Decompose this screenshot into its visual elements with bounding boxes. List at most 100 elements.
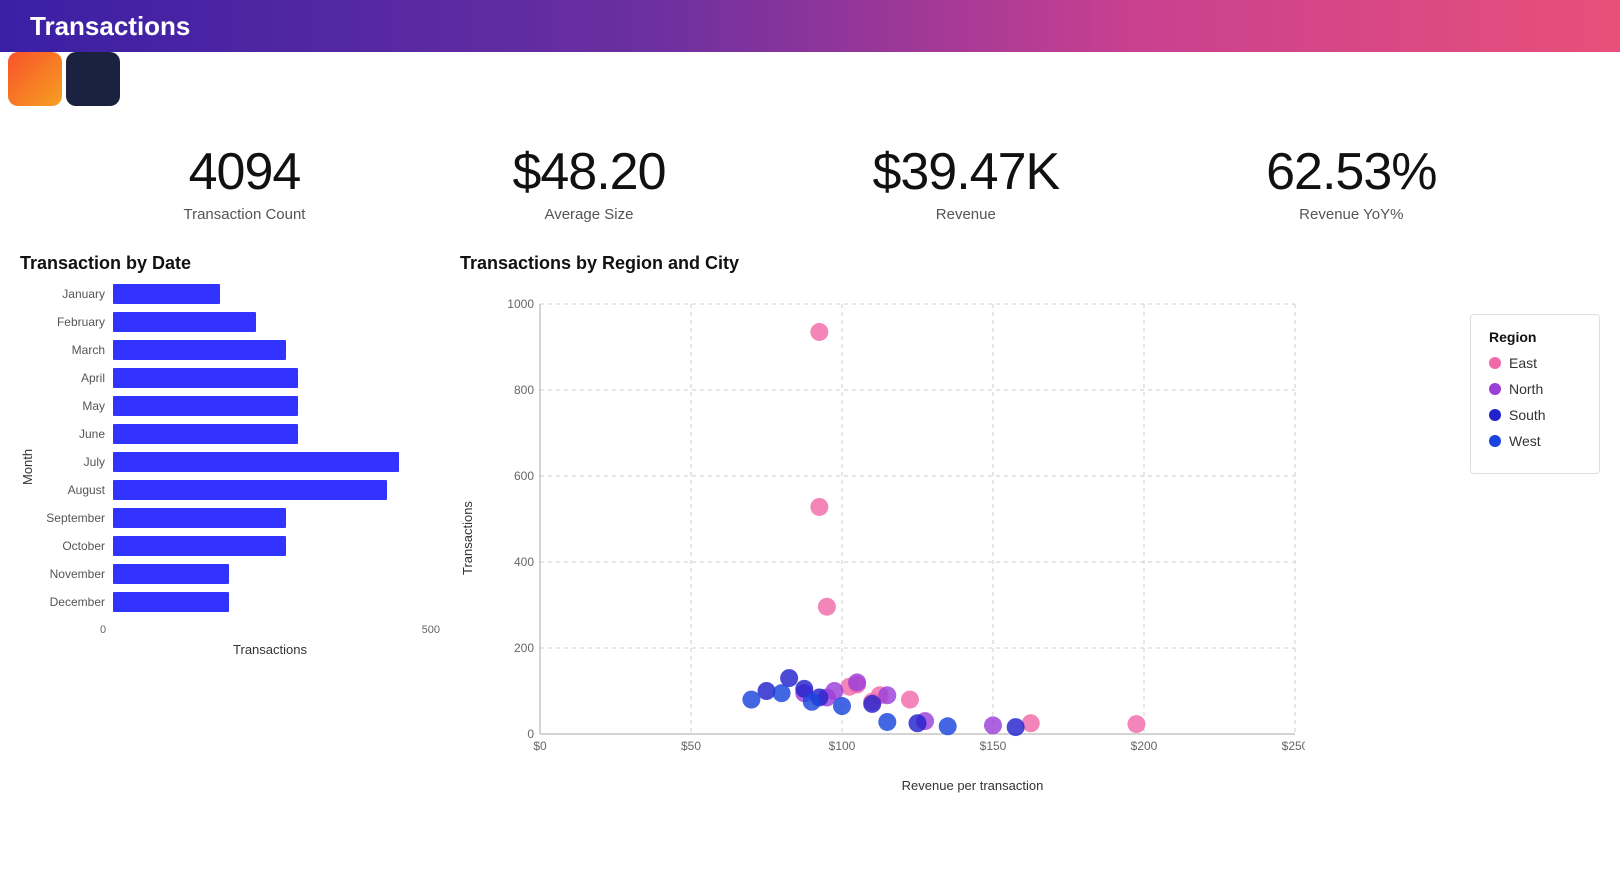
bar-fill: [113, 592, 229, 612]
bar-track: [113, 312, 440, 332]
svg-text:400: 400: [514, 555, 534, 569]
scatter-point[interactable]: [758, 682, 776, 700]
bar-fill: [113, 452, 399, 472]
bar-month-label: March: [41, 343, 113, 357]
logo-orange: [8, 52, 62, 106]
scatter-point[interactable]: [1007, 718, 1025, 736]
scatter-inner: Transactions 02004006008001000$0$50$100$…: [460, 284, 1600, 793]
bar-row: March: [41, 340, 440, 360]
bar-row: October: [41, 536, 440, 556]
bar-month-label: February: [41, 315, 113, 329]
bar-fill: [113, 368, 298, 388]
svg-text:$0: $0: [533, 739, 547, 753]
scatter-point[interactable]: [803, 693, 821, 711]
bar-fill: [113, 480, 387, 500]
bar-track: [113, 340, 440, 360]
bar-fill: [113, 312, 256, 332]
svg-text:200: 200: [514, 641, 534, 655]
scatter-svg-wrap: 02004006008001000$0$50$100$150$200$250: [485, 284, 1460, 774]
svg-text:$100: $100: [829, 739, 856, 753]
scatter-point[interactable]: [818, 598, 836, 616]
scatter-point[interactable]: [901, 691, 919, 709]
bar-fill: [113, 284, 220, 304]
charts-row: Transaction by Date Month January Februar…: [0, 233, 1620, 803]
west-label: West: [1509, 433, 1541, 449]
svg-text:1000: 1000: [507, 297, 534, 311]
bar-month-label: November: [41, 567, 113, 581]
scatter-point[interactable]: [833, 697, 851, 715]
scatter-point[interactable]: [939, 717, 957, 735]
scatter-point[interactable]: [909, 714, 927, 732]
svg-text:$250: $250: [1282, 739, 1305, 753]
kpi-revenue: $39.47K Revenue: [872, 142, 1059, 223]
scatter-chart-container: Transactions by Region and City Transact…: [460, 253, 1600, 793]
east-dot: [1489, 357, 1501, 369]
north-label: North: [1509, 381, 1543, 397]
scatter-point[interactable]: [1127, 715, 1145, 733]
scatter-point[interactable]: [848, 673, 866, 691]
bar-month-label: December: [41, 595, 113, 609]
bar-track: [113, 452, 440, 472]
kpi-transaction-count: 4094 Transaction Count: [183, 142, 305, 223]
bar-month-label: August: [41, 483, 113, 497]
scatter-plot-area: 02004006008001000$0$50$100$150$200$250 R…: [485, 284, 1460, 793]
bar-y-axis-label: Month: [20, 284, 35, 620]
bar-row: January: [41, 284, 440, 304]
kpi-value-count: 4094: [183, 142, 305, 202]
bar-fill: [113, 424, 298, 444]
bar-month-label: May: [41, 399, 113, 413]
bar-track: [113, 480, 440, 500]
bar-x-axis-ticks: 0 500: [20, 624, 440, 636]
scatter-point[interactable]: [810, 498, 828, 516]
scatter-point[interactable]: [878, 686, 896, 704]
svg-text:$150: $150: [980, 739, 1007, 753]
kpi-yoy: 62.53% Revenue YoY%: [1266, 142, 1436, 223]
bar-x-axis-label: Transactions: [20, 642, 440, 657]
bar-fill: [113, 536, 286, 556]
page-title: Transactions: [30, 11, 190, 42]
bar-month-label: September: [41, 511, 113, 525]
scatter-point[interactable]: [984, 716, 1002, 734]
scatter-point[interactable]: [773, 684, 791, 702]
bar-row: November: [41, 564, 440, 584]
logo-area: [8, 52, 120, 106]
legend-east: East: [1489, 355, 1581, 371]
bar-row: August: [41, 480, 440, 500]
bar-chart-title: Transaction by Date: [20, 253, 440, 274]
west-dot: [1489, 435, 1501, 447]
scatter-x-axis-label: Revenue per transaction: [485, 778, 1460, 793]
bar-track: [113, 508, 440, 528]
bar-fill: [113, 564, 229, 584]
svg-text:600: 600: [514, 469, 534, 483]
scatter-svg: 02004006008001000$0$50$100$150$200$250: [485, 284, 1305, 774]
east-label: East: [1509, 355, 1537, 371]
bar-month-label: June: [41, 427, 113, 441]
bar-chart-container: Transaction by Date Month January Februar…: [20, 253, 440, 793]
kpi-avg-size: $48.20 Average Size: [512, 142, 665, 223]
bar-fill: [113, 340, 286, 360]
bar-row: July: [41, 452, 440, 472]
bar-track: [113, 284, 440, 304]
bar-fill: [113, 396, 298, 416]
legend-title: Region: [1489, 329, 1581, 345]
scatter-point[interactable]: [1022, 714, 1040, 732]
bar-track: [113, 396, 440, 416]
bar-row: September: [41, 508, 440, 528]
scatter-point[interactable]: [742, 691, 760, 709]
logo-dark: [66, 52, 120, 106]
south-label: South: [1509, 407, 1546, 423]
bar-track: [113, 564, 440, 584]
scatter-point[interactable]: [810, 323, 828, 341]
south-dot: [1489, 409, 1501, 421]
scatter-point[interactable]: [863, 695, 881, 713]
scatter-y-axis-label: Transactions: [460, 284, 475, 793]
kpi-row: 4094 Transaction Count $48.20 Average Si…: [0, 112, 1620, 233]
scatter-point[interactable]: [878, 713, 896, 731]
svg-text:800: 800: [514, 383, 534, 397]
legend-south: South: [1489, 407, 1581, 423]
bar-row: February: [41, 312, 440, 332]
kpi-label-yoy: Revenue YoY%: [1266, 206, 1436, 223]
bar-chart: Month JanuaryFebruaryMarchAprilMayJuneJu…: [20, 284, 440, 657]
svg-text:$50: $50: [681, 739, 701, 753]
bar-track: [113, 536, 440, 556]
